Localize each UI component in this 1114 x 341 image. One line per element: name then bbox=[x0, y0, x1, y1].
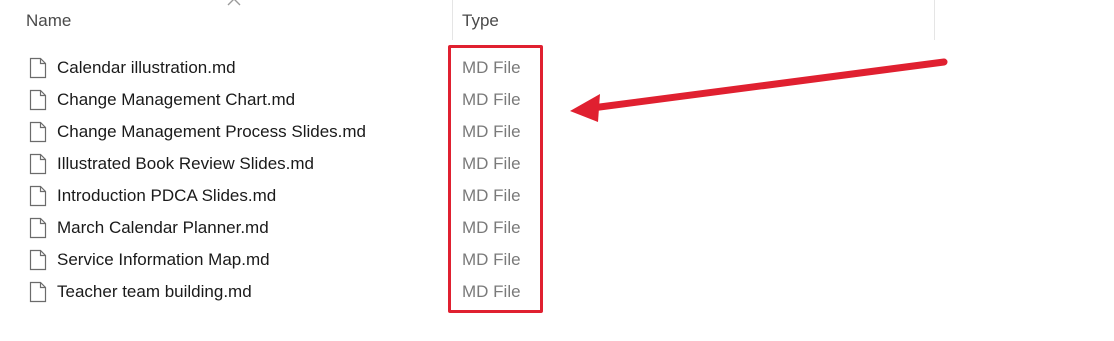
file-name: Calendar illustration.md bbox=[57, 58, 236, 77]
file-explorer-window: Name Type Calendar illustration.md MD Fi… bbox=[0, 0, 1114, 341]
file-name: Illustrated Book Review Slides.md bbox=[57, 154, 315, 173]
file-name: Change Management Process Slides.md bbox=[57, 122, 366, 141]
column-divider[interactable] bbox=[452, 0, 453, 40]
column-header-type[interactable]: Type bbox=[462, 11, 499, 31]
column-divider[interactable] bbox=[934, 0, 935, 40]
chevron-up-icon bbox=[227, 0, 241, 6]
document-icon bbox=[29, 57, 47, 79]
file-name: Service Information Map.md bbox=[57, 250, 270, 269]
document-icon bbox=[29, 153, 47, 175]
annotation-highlight-box bbox=[448, 45, 543, 313]
column-header-bar: Name Type bbox=[0, 0, 1114, 40]
document-icon bbox=[29, 249, 47, 271]
document-icon bbox=[29, 185, 47, 207]
file-name: Introduction PDCA Slides.md bbox=[57, 186, 277, 205]
document-icon bbox=[29, 217, 47, 239]
document-icon bbox=[29, 121, 47, 143]
document-icon bbox=[29, 89, 47, 111]
column-header-name[interactable]: Name bbox=[26, 11, 71, 31]
file-list: Calendar illustration.md MD File Change … bbox=[0, 52, 1114, 308]
file-name: Teacher team building.md bbox=[57, 282, 252, 301]
file-name: March Calendar Planner.md bbox=[57, 218, 269, 237]
file-name: Change Management Chart.md bbox=[57, 90, 296, 109]
document-icon bbox=[29, 281, 47, 303]
